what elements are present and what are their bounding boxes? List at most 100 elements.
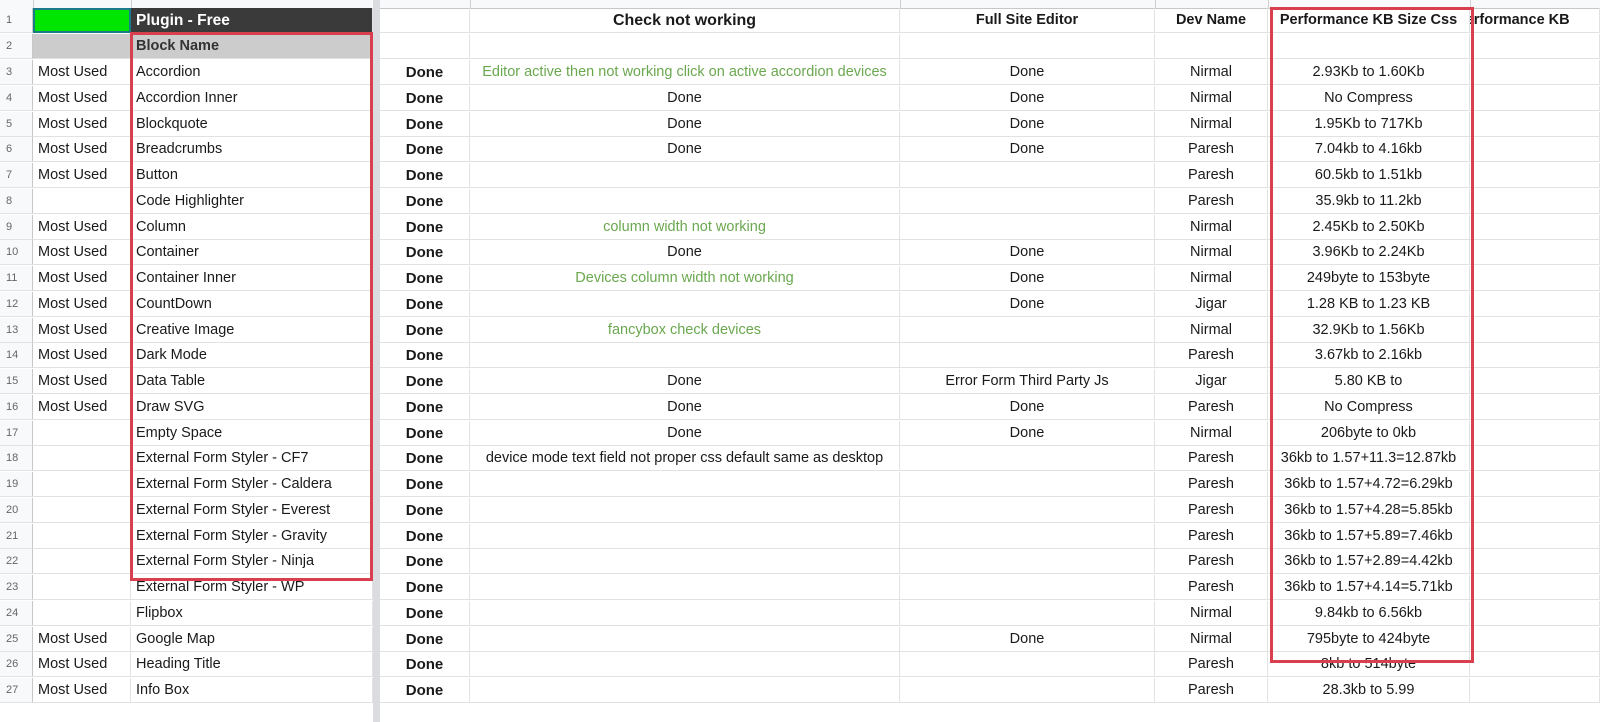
cell-h[interactable] [1470, 652, 1600, 678]
cell-performance[interactable]: 795byte to 424byte [1268, 626, 1470, 652]
cell-performance[interactable]: No Compress [1268, 394, 1470, 420]
cell-h[interactable] [1470, 85, 1600, 111]
cell-h[interactable] [1470, 369, 1600, 394]
cell-performance[interactable]: 1.28 KB to 1.23 KB [1268, 291, 1470, 317]
cell-block-name[interactable]: Info Box [131, 678, 373, 703]
cell-category[interactable] [33, 420, 131, 446]
cell-check-note[interactable] [470, 652, 900, 678]
cell-category[interactable]: Most Used [33, 60, 131, 85]
cell-h[interactable] [1470, 549, 1600, 575]
row-number[interactable]: 1 [0, 8, 33, 33]
header-check-not-working[interactable]: Check not working [470, 8, 900, 33]
row-number[interactable]: 22 [0, 549, 33, 575]
cell-category[interactable]: Most Used [33, 214, 131, 240]
row-number[interactable]: 23 [0, 575, 33, 600]
cell-check-note[interactable]: Editor active then not working click on … [470, 60, 900, 85]
cell-full-site-editor[interactable] [900, 214, 1155, 240]
cell-status[interactable]: Done [380, 317, 470, 343]
cell-category[interactable]: Most Used [33, 343, 131, 369]
cell-dev-name[interactable]: Jigar [1155, 291, 1268, 317]
cell-block-name[interactable]: Heading Title [131, 652, 373, 678]
cell-h[interactable] [1470, 600, 1600, 626]
row-number[interactable]: 11 [0, 266, 33, 291]
row-number[interactable]: 25 [0, 626, 33, 652]
cell-full-site-editor[interactable]: Done [900, 291, 1155, 317]
cell-full-site-editor[interactable]: Done [900, 266, 1155, 291]
header-performance-next[interactable]: Performance KB [1470, 8, 1600, 33]
cell-status[interactable]: Done [380, 549, 470, 575]
cell-check-note[interactable] [470, 678, 900, 703]
cell-performance[interactable]: 36kb to 1.57+4.72=6.29kb [1268, 472, 1470, 497]
cell-dev-name[interactable]: Paresh [1155, 678, 1268, 703]
cell-category[interactable]: Most Used [33, 111, 131, 137]
cell-block-name[interactable]: Breadcrumbs [131, 137, 373, 163]
cell-h[interactable] [1470, 188, 1600, 214]
row-number[interactable]: 3 [0, 60, 33, 85]
column-header-a[interactable] [33, 0, 132, 8]
cell-status[interactable]: Done [380, 137, 470, 163]
cell-category[interactable]: Most Used [33, 369, 131, 394]
cell-performance[interactable]: 1.95Kb to 717Kb [1268, 111, 1470, 137]
cell-check-note[interactable] [470, 188, 900, 214]
row-number[interactable]: 6 [0, 137, 33, 163]
cell-block-name[interactable]: Data Table [131, 369, 373, 394]
cell-full-site-editor[interactable] [900, 600, 1155, 626]
cell-performance[interactable]: 35.9kb to 11.2kb [1268, 188, 1470, 214]
cell-check-note[interactable]: Done [470, 420, 900, 446]
cell-status[interactable]: Done [380, 85, 470, 111]
cell-performance[interactable]: 2.93Kb to 1.60Kb [1268, 60, 1470, 85]
header-full-site-editor[interactable]: Full Site Editor [900, 8, 1155, 33]
cell-status[interactable]: Done [380, 214, 470, 240]
cell-dev-name[interactable]: Nirmal [1155, 626, 1268, 652]
column-header-e[interactable] [900, 0, 1156, 8]
cell-dev-name[interactable]: Paresh [1155, 163, 1268, 188]
cell-full-site-editor[interactable]: Error Form Third Party Js [900, 369, 1155, 394]
cell-check-note[interactable] [470, 163, 900, 188]
cell-block-name[interactable]: Button [131, 163, 373, 188]
cell-performance[interactable]: 60.5kb to 1.51kb [1268, 163, 1470, 188]
cell-check-note[interactable] [470, 291, 900, 317]
cell-check-note[interactable]: Done [470, 137, 900, 163]
cell-g2[interactable] [1268, 34, 1470, 59]
cell-dev-name[interactable]: Nirmal [1155, 111, 1268, 137]
cell-status[interactable]: Done [380, 600, 470, 626]
cell-block-name[interactable]: Google Map [131, 626, 373, 652]
cell-performance[interactable]: 36kb to 1.57+4.14=5.71kb [1268, 575, 1470, 600]
cell-check-note[interactable]: fancybox check devices [470, 317, 900, 343]
cell-c2[interactable] [380, 34, 470, 59]
cell-block-name[interactable]: External Form Styler - Ninja [131, 549, 373, 575]
column-header-d[interactable] [470, 0, 901, 8]
cell-category[interactable] [33, 549, 131, 575]
cell-full-site-editor[interactable] [900, 472, 1155, 497]
cell-check-note[interactable]: Done [470, 369, 900, 394]
cell-dev-name[interactable]: Paresh [1155, 549, 1268, 575]
cell-h[interactable] [1470, 317, 1600, 343]
cell-h2[interactable] [1470, 34, 1600, 59]
cell-h[interactable] [1470, 266, 1600, 291]
cell-h[interactable] [1470, 137, 1600, 163]
row-number[interactable]: 16 [0, 394, 33, 420]
cell-dev-name[interactable]: Paresh [1155, 523, 1268, 549]
cell-check-note[interactable] [470, 343, 900, 369]
cell-dev-name[interactable]: Nirmal [1155, 60, 1268, 85]
cell-category[interactable]: Most Used [33, 240, 131, 266]
cell-h[interactable] [1470, 60, 1600, 85]
header-status[interactable] [380, 8, 470, 33]
cell-category[interactable] [33, 446, 131, 472]
cell-block-name[interactable]: Accordion Inner [131, 85, 373, 111]
cell-check-note[interactable] [470, 523, 900, 549]
cell-performance[interactable]: 5.80 KB to [1268, 369, 1470, 394]
cell-full-site-editor[interactable]: Done [900, 137, 1155, 163]
row-number[interactable]: 21 [0, 523, 33, 549]
cell-h[interactable] [1470, 523, 1600, 549]
cell-full-site-editor[interactable] [900, 343, 1155, 369]
row-number[interactable]: 10 [0, 240, 33, 266]
cell-check-note[interactable] [470, 472, 900, 497]
cell-status[interactable]: Done [380, 523, 470, 549]
row-number[interactable]: 24 [0, 600, 33, 626]
cell-status[interactable]: Done [380, 472, 470, 497]
cell-dev-name[interactable]: Paresh [1155, 137, 1268, 163]
cell-status[interactable]: Done [380, 60, 470, 85]
cell-category[interactable]: Most Used [33, 678, 131, 703]
cell-full-site-editor[interactable]: Done [900, 240, 1155, 266]
